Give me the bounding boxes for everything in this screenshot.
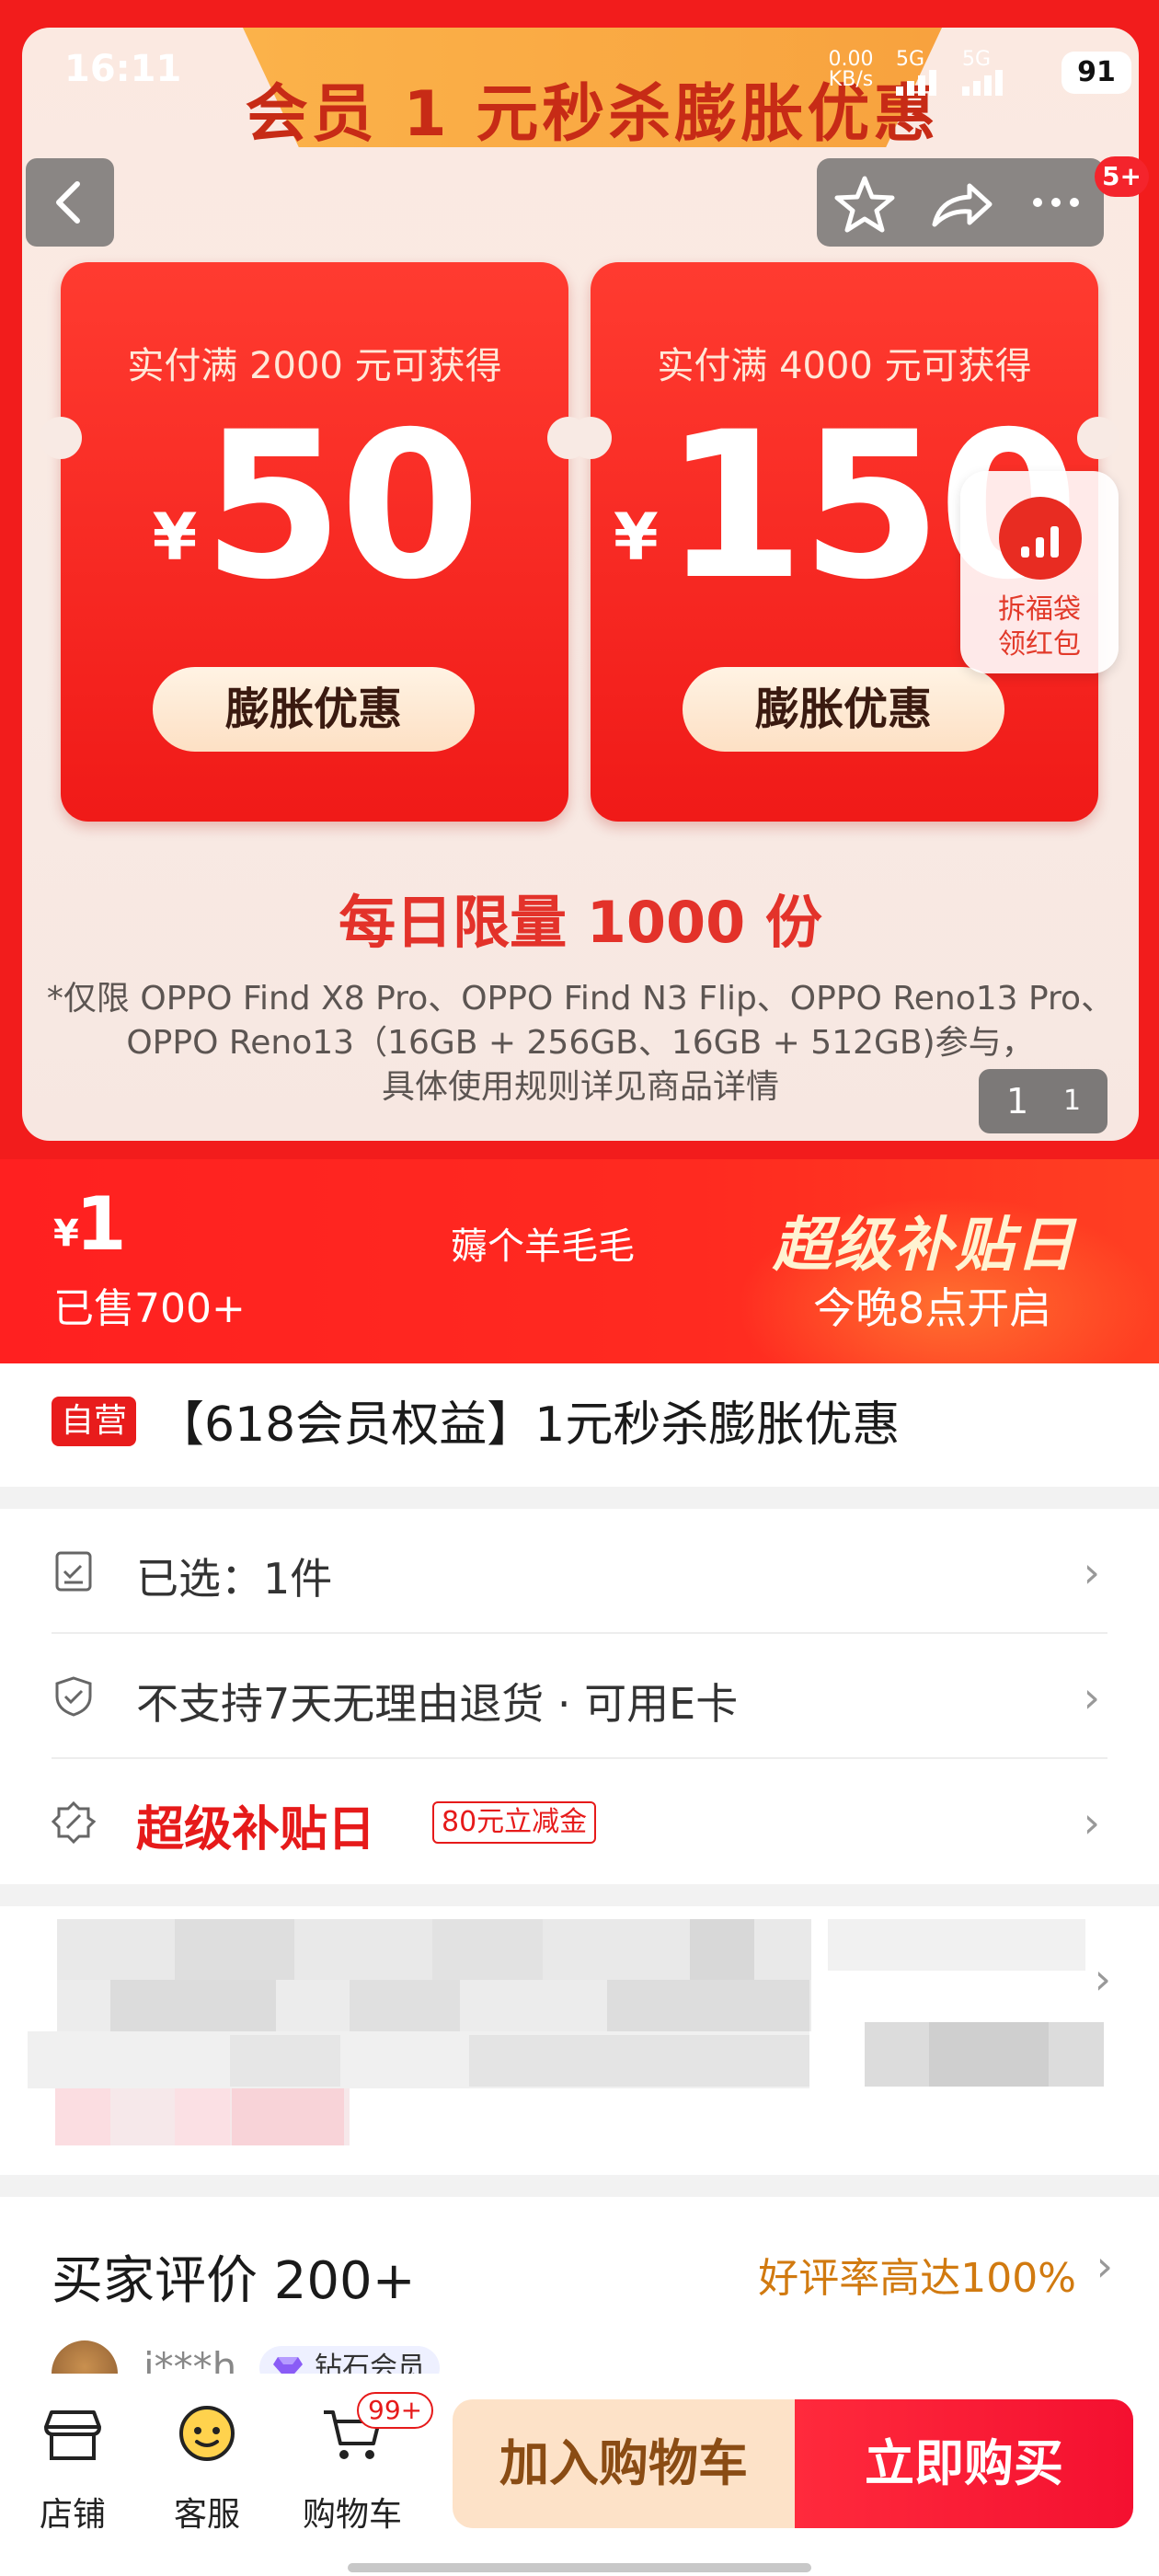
- chevron-right-icon: ›: [1094, 1954, 1111, 2004]
- more-icon: [1033, 198, 1079, 207]
- share-icon: [932, 183, 993, 227]
- coupon-currency: ¥: [614, 500, 659, 575]
- image-pager: 1 1: [979, 1069, 1107, 1133]
- discount-icon: [52, 1800, 96, 1844]
- net-speed: 0.00 KB/s: [828, 48, 874, 91]
- home-indicator[interactable]: [348, 2563, 811, 2572]
- product-title: 【618会员权益】1元秒杀膨胀优惠: [156, 1397, 901, 1453]
- add-to-cart-button[interactable]: 加入购物车: [453, 2399, 795, 2528]
- buy-now-button[interactable]: 立即购买: [795, 2399, 1133, 2528]
- chevron-left-icon: [56, 181, 80, 224]
- status-time: 16:11: [64, 48, 182, 90]
- battery-indicator: 91: [1061, 52, 1131, 94]
- price-value: 1: [75, 1181, 127, 1267]
- subsidy-tag: 80元立减金: [432, 1801, 597, 1844]
- share-button[interactable]: [912, 158, 1008, 247]
- slogan-text: 薅个羊毛毛: [451, 1225, 635, 1268]
- status-indicators: 0.00 KB/s 5G 5G 91: [782, 44, 1131, 99]
- price-bar: ¥ 1 已售700+ 薅个羊毛毛 超级补贴日 今晚8点开启: [0, 1159, 1159, 1363]
- coupon-button: 膨胀优惠: [153, 667, 475, 752]
- chevron-right-icon: ›: [1083, 1673, 1100, 1722]
- coupon-condition: 实付满 2000 元可获得: [127, 345, 502, 387]
- product-title-row: 自营 【618会员权益】1元秒杀膨胀优惠: [0, 1363, 1159, 1487]
- daily-limit-text: 每日限量 1000 份: [339, 889, 822, 956]
- store-tab[interactable]: 店铺: [13, 2401, 132, 2539]
- chevron-right-icon: ›: [1083, 1547, 1100, 1597]
- back-button[interactable]: [26, 158, 114, 247]
- option-return-policy-row[interactable]: 不支持7天无理由退货 · 可用E卡 ›: [52, 1634, 1107, 1759]
- option-label: 已选：1件: [136, 1554, 333, 1604]
- option-label: 不支持7天无理由退货 · 可用E卡: [136, 1679, 739, 1729]
- option-selected-row[interactable]: 已选：1件 ›: [52, 1509, 1107, 1634]
- service-label: 客服: [173, 2496, 240, 2534]
- reviews-title: 买家评价 200+: [52, 2251, 416, 2311]
- option-subsidy-row[interactable]: 超级补贴日 80元立减金 ›: [52, 1759, 1107, 1884]
- cart-label: 购物车: [302, 2496, 402, 2534]
- lucky-bag-line2: 领红包: [998, 628, 1081, 661]
- top-actions: [817, 158, 1104, 247]
- eligibility-note: *仅限 OPPO Find X8 Pro、OPPO Find N3 Flip、O…: [40, 977, 1120, 1110]
- customer-service-icon: [179, 2406, 235, 2461]
- note-line: 具体使用规则详见商品详情: [381, 1068, 779, 1106]
- service-tab[interactable]: 客服: [147, 2401, 267, 2539]
- checklist-icon: [55, 1551, 92, 1592]
- subsidy-label: 超级补贴日: [136, 1802, 376, 1857]
- note-line: *仅限 OPPO Find X8 Pro、OPPO Find N3 Flip、O…: [46, 980, 1115, 1018]
- coupon-card-50: 实付满 2000 元可获得 ¥50 膨胀优惠: [40, 262, 590, 822]
- cart-count-badge: 99+: [357, 2392, 434, 2429]
- coupon-button: 膨胀优惠: [683, 667, 1004, 752]
- favorite-button[interactable]: [817, 158, 912, 247]
- bar-chart-icon: [1021, 521, 1061, 558]
- sold-count: 已售700+: [53, 1285, 246, 1332]
- more-button[interactable]: [1008, 158, 1104, 247]
- coupon-currency: ¥: [152, 500, 198, 575]
- pager-total: 1: [1063, 1085, 1082, 1117]
- chevron-right-icon: ›: [1096, 2241, 1113, 2291]
- promo-event-title: 超级补贴日: [773, 1212, 1076, 1280]
- self-operated-tag: 自营: [52, 1397, 137, 1446]
- lucky-bag-line1: 拆福袋: [998, 593, 1081, 626]
- redacted-section[interactable]: ›: [0, 1906, 1159, 2175]
- signal-bars-icon: [896, 70, 936, 96]
- note-line: OPPO Reno13（16GB + 256GB、16GB + 512GB)参与…: [126, 1024, 1035, 1062]
- hero-banner[interactable]: 会员 1 元秒杀膨胀优惠 实付满 2000 元可获得 ¥50 膨胀优惠 实付满 …: [0, 0, 1159, 1159]
- product-options: 已选：1件 › 不支持7天无理由退货 · 可用E卡 › 超级补贴日 80元立减金…: [0, 1509, 1159, 1884]
- store-icon: [44, 2410, 101, 2460]
- bottom-action-bar: 店铺 客服 99+ 购物车 加入购物车 立即购买: [0, 2374, 1159, 2576]
- chevron-right-icon: ›: [1083, 1798, 1100, 1847]
- coupon-value: 50: [202, 388, 480, 624]
- positive-rate: 好评率高达100%: [758, 2255, 1076, 2302]
- lucky-bag-label: 拆福袋 领红包: [960, 592, 1119, 662]
- pager-current: 1: [1006, 1081, 1029, 1121]
- cart-tab[interactable]: 99+ 购物车: [293, 2392, 434, 2539]
- coupon-amount: ¥50: [61, 405, 568, 607]
- promo-event-time: 今晚8点开启: [813, 1283, 1052, 1333]
- lucky-bag-widget[interactable]: 拆福袋 领红包: [960, 471, 1119, 673]
- star-icon: [834, 176, 895, 233]
- shield-check-icon: [55, 1676, 92, 1717]
- signal-bars-icon: [962, 70, 1003, 96]
- product-detail-page: 会员 1 元秒杀膨胀优惠 实付满 2000 元可获得 ¥50 膨胀优惠 实付满 …: [0, 0, 1159, 2576]
- store-label: 店铺: [39, 2496, 106, 2534]
- message-badge: 5+: [1095, 156, 1149, 197]
- coupon-condition: 实付满 4000 元可获得: [657, 345, 1032, 387]
